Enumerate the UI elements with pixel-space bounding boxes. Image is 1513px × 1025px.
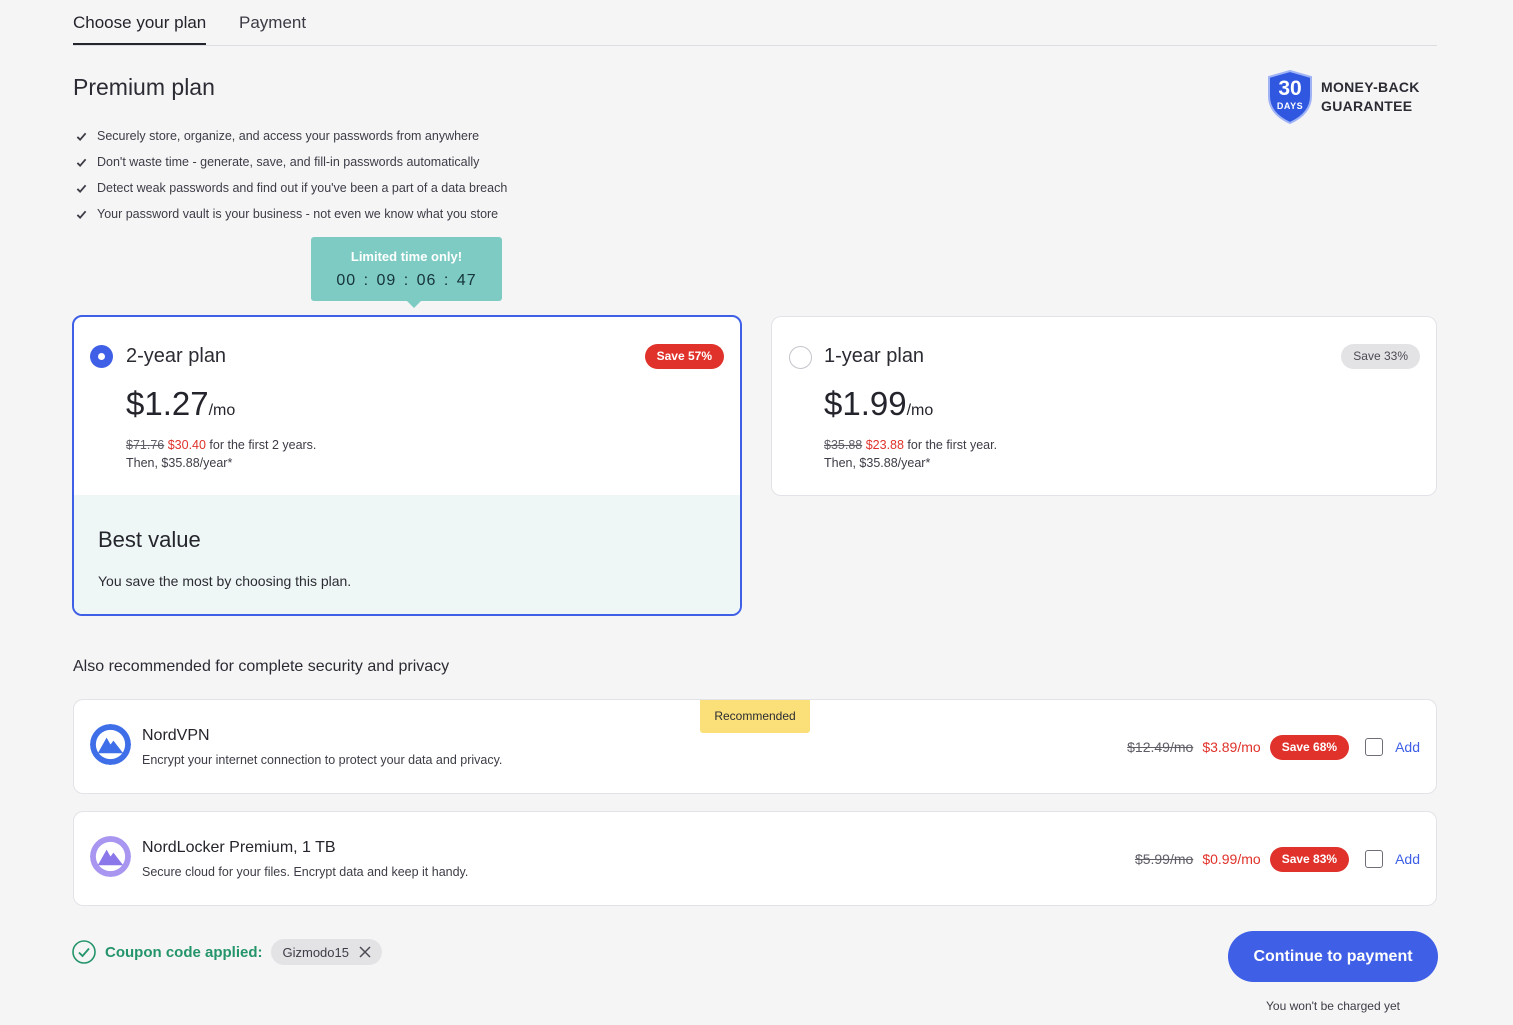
- addon-add-button[interactable]: Add: [1395, 739, 1420, 755]
- coupon-code: Gizmodo15: [282, 944, 349, 960]
- addon-old-price: $5.99/mo: [1134, 851, 1194, 867]
- best-value-desc: You save the most by choosing this plan.: [98, 573, 352, 589]
- renewal-text: Then, $35.88/year*: [126, 456, 233, 470]
- addon-checkbox[interactable]: [1365, 850, 1384, 868]
- guarantee-line1: MONEY-BACK: [1321, 79, 1420, 95]
- old-total: $35.88: [824, 438, 863, 452]
- addon-save-badge: Save 68%: [1269, 734, 1350, 760]
- shield-badge-icon: 30 DAYS: [1267, 70, 1313, 124]
- addon-pricing: $5.99/mo $0.99/mo Save 83% Add: [1135, 846, 1420, 872]
- coupon-label: Coupon code applied:: [105, 943, 263, 961]
- plan-billing: $35.88 $23.88 for the first year. Then, …: [824, 436, 997, 472]
- price-value: $1.27: [126, 385, 209, 422]
- check-icon: [76, 184, 87, 193]
- feature-text: Your password vault is your business - n…: [97, 207, 499, 221]
- nordlocker-logo-icon: [90, 836, 131, 877]
- addon-new-price: $0.99/mo: [1202, 851, 1261, 867]
- best-value-title: Best value: [98, 527, 201, 552]
- also-recommended-title: Also recommended for complete security a…: [73, 658, 450, 675]
- continue-to-payment-button[interactable]: Continue to payment: [1228, 931, 1438, 982]
- addon-title: NordLocker Premium, 1 TB: [142, 839, 336, 856]
- plan-price: $1.99/mo: [824, 385, 933, 423]
- save-badge: Save 57%: [644, 344, 724, 369]
- recommended-tag: Recommended: [700, 700, 810, 733]
- addon-desc: Secure cloud for your files. Encrypt dat…: [142, 865, 469, 879]
- feature-text: Don't waste time - generate, save, and f…: [97, 155, 480, 169]
- addon-pricing: $12.49/mo $3.89/mo Save 68% Add: [1127, 734, 1420, 760]
- plan-name: 2-year plan: [126, 345, 227, 367]
- guarantee-days-label: DAYS: [1276, 101, 1304, 111]
- timer-label: Limited time only!: [350, 249, 463, 264]
- limited-time-timer: Limited time only! 00 : 09 : 06 : 47: [311, 237, 502, 308]
- guarantee-text: MONEY-BACK GUARANTEE: [1321, 78, 1420, 116]
- new-total: $23.88: [865, 438, 904, 452]
- plan-radio-unselected[interactable]: [789, 346, 812, 369]
- no-charge-note: You won't be charged yet: [1266, 999, 1400, 1013]
- coupon-chip: Gizmodo15: [270, 939, 382, 965]
- feature-item: Don't waste time - generate, save, and f…: [76, 149, 507, 175]
- tab-payment[interactable]: Payment: [239, 13, 306, 33]
- billing-period: for the first 2 years.: [205, 438, 317, 452]
- plan-card-2-year[interactable]: 2-year plan Save 57% $1.27/mo $71.76 $30…: [72, 315, 742, 616]
- check-icon: [76, 132, 87, 141]
- timer-countdown: 00 : 09 : 06 : 47: [336, 272, 477, 289]
- feature-item: Detect weak passwords and find out if yo…: [76, 175, 507, 201]
- check-icon: [76, 210, 87, 219]
- check-circle-icon: [72, 940, 96, 964]
- coupon-applied: Coupon code applied: Gizmodo15: [72, 939, 382, 965]
- money-back-guarantee: 30 DAYS MONEY-BACK GUARANTEE: [1267, 70, 1420, 124]
- feature-item: Securely store, organize, and access you…: [76, 123, 507, 149]
- billing-period: for the first year.: [903, 438, 998, 452]
- addon-checkbox[interactable]: [1365, 738, 1384, 756]
- feature-list: Securely store, organize, and access you…: [76, 123, 507, 227]
- plan-billing: $71.76 $30.40 for the first 2 years. The…: [126, 436, 316, 472]
- addon-new-price: $3.89/mo: [1202, 739, 1261, 755]
- feature-text: Securely store, organize, and access you…: [97, 129, 480, 143]
- plan-price: $1.27/mo: [126, 385, 235, 423]
- addon-desc: Encrypt your internet connection to prot…: [142, 753, 503, 767]
- step-tabs: Choose your plan Payment: [73, 0, 1437, 46]
- plan-name: 1-year plan: [824, 345, 925, 367]
- check-icon: [76, 158, 87, 167]
- addon-old-price: $12.49/mo: [1127, 739, 1194, 755]
- price-unit: /mo: [906, 402, 934, 419]
- old-total: $71.76: [126, 438, 165, 452]
- tab-choose-plan[interactable]: Choose your plan: [73, 13, 207, 45]
- addon-save-badge: Save 83%: [1269, 846, 1350, 872]
- feature-item: Your password vault is your business - n…: [76, 201, 507, 227]
- plan-card-1-year[interactable]: 1-year plan Save 33% $1.99/mo $35.88 $23…: [771, 316, 1437, 496]
- save-badge: Save 33%: [1341, 344, 1420, 369]
- new-total: $30.40: [167, 438, 206, 452]
- renewal-text: Then, $35.88/year*: [824, 456, 931, 470]
- price-unit: /mo: [208, 402, 236, 419]
- best-value-panel: Best value You save the most by choosing…: [74, 495, 740, 614]
- page-title: Premium plan: [73, 74, 215, 100]
- addon-title: NordVPN: [142, 727, 210, 744]
- plan-radio-selected[interactable]: [90, 345, 113, 368]
- feature-text: Detect weak passwords and find out if yo…: [97, 181, 508, 195]
- addon-add-button[interactable]: Add: [1395, 851, 1420, 867]
- nordvpn-logo-icon: [90, 724, 131, 765]
- close-icon[interactable]: [359, 946, 371, 958]
- guarantee-days-number: 30: [1278, 77, 1302, 100]
- guarantee-line2: GUARANTEE: [1321, 98, 1413, 114]
- addon-nordlocker: NordLocker Premium, 1 TB Secure cloud fo…: [73, 811, 1437, 906]
- price-value: $1.99: [824, 385, 907, 422]
